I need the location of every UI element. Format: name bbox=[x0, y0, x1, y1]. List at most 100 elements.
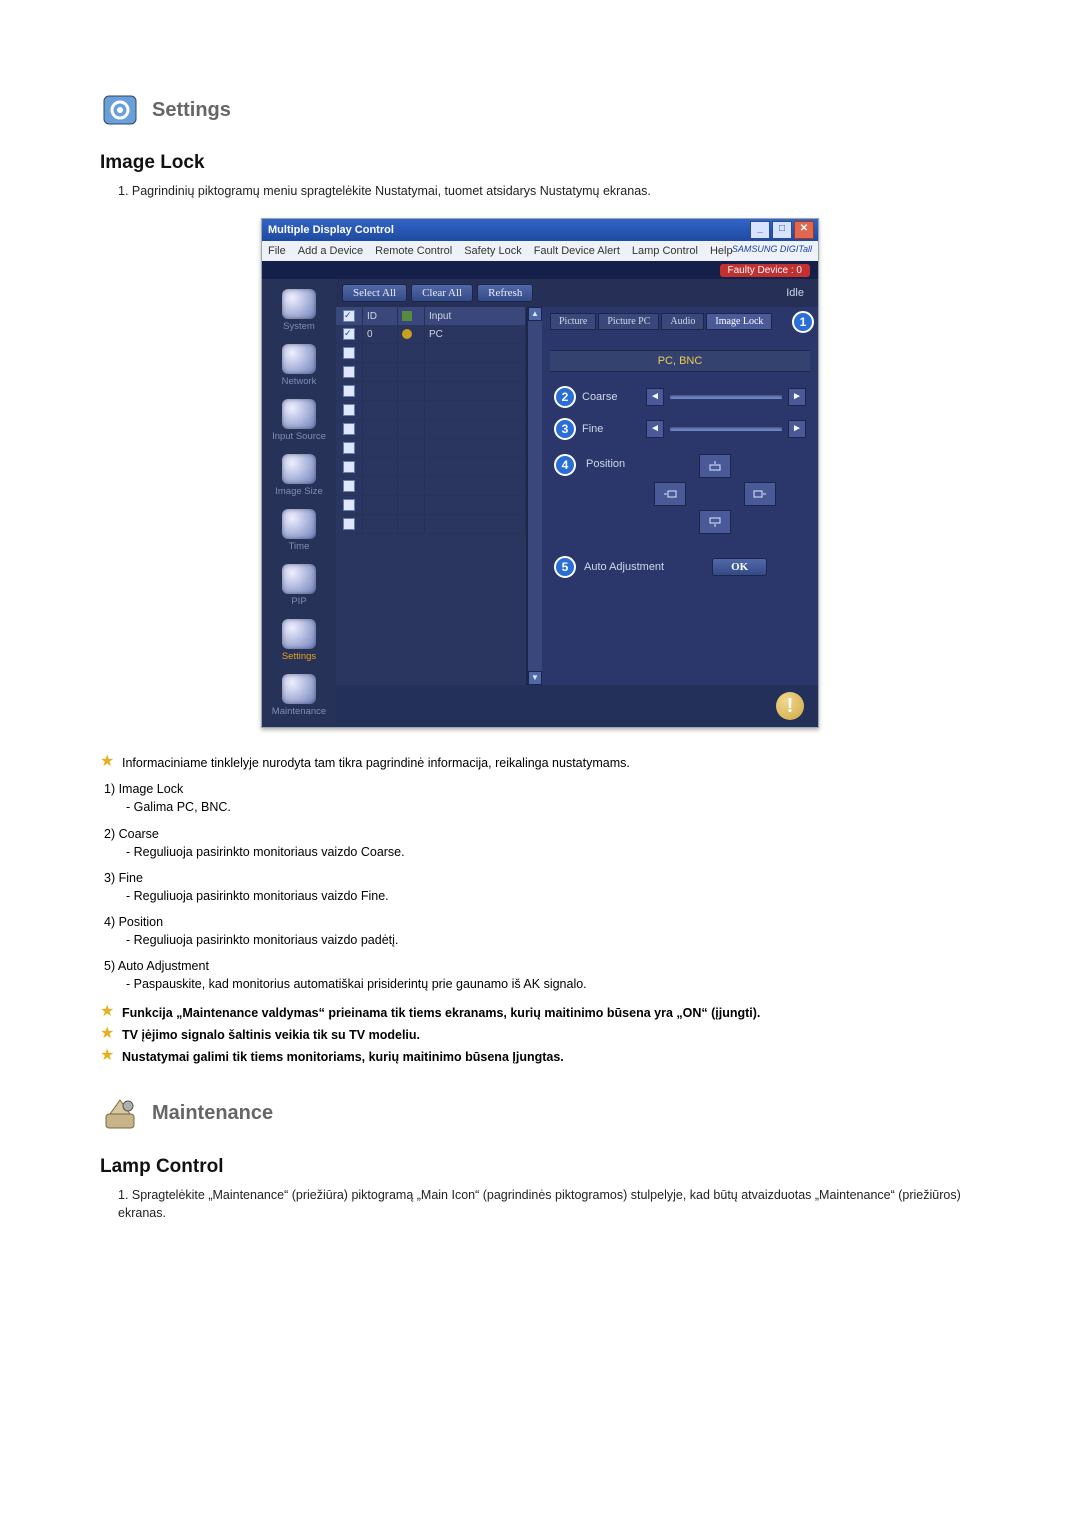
row-checkbox[interactable] bbox=[343, 461, 355, 473]
position-down-button[interactable] bbox=[699, 510, 731, 534]
note-maintenance-on: Funkcija „Maintenance valdymas“ prieinam… bbox=[122, 1004, 760, 1022]
tab-image-lock[interactable]: Image Lock bbox=[706, 313, 772, 330]
fault-bar: Faulty Device : 0 bbox=[262, 261, 818, 279]
callout-5-icon: 5 bbox=[554, 556, 576, 578]
coarse-increment-button[interactable]: ► bbox=[788, 388, 806, 406]
tab-picture-pc[interactable]: Picture PC bbox=[598, 313, 659, 330]
section-title-settings: Settings bbox=[152, 99, 231, 122]
def-fine-sub: - Reguliuoja pasirinkto monitoriaus vaiz… bbox=[126, 887, 980, 905]
row-checkbox[interactable] bbox=[343, 480, 355, 492]
sidebar-item-input-source[interactable]: Input Source bbox=[269, 395, 329, 446]
row-input: PC bbox=[425, 325, 526, 343]
row-checkbox[interactable] bbox=[343, 347, 355, 359]
fine-label: Fine bbox=[582, 423, 640, 435]
row-checkbox[interactable] bbox=[343, 442, 355, 454]
brand-label: SAMSUNG DIGITall bbox=[732, 244, 812, 254]
maintenance-icon bbox=[282, 674, 316, 704]
menu-help[interactable]: Help bbox=[710, 245, 733, 257]
callout-2-icon: 2 bbox=[554, 386, 576, 408]
coarse-decrement-button[interactable]: ◄ bbox=[646, 388, 664, 406]
maximize-button[interactable]: □ bbox=[772, 221, 792, 239]
menu-remote-control[interactable]: Remote Control bbox=[375, 245, 452, 257]
close-button[interactable]: ✕ bbox=[794, 221, 814, 239]
coarse-slider[interactable] bbox=[670, 395, 782, 399]
scroll-up-icon[interactable]: ▲ bbox=[528, 307, 542, 321]
menu-add-device[interactable]: Add a Device bbox=[298, 245, 363, 257]
row-checkbox[interactable] bbox=[343, 328, 355, 340]
row-checkbox[interactable] bbox=[343, 404, 355, 416]
col-header-id[interactable]: ID bbox=[363, 307, 398, 325]
tab-audio[interactable]: Audio bbox=[661, 313, 704, 330]
sidebar-item-network[interactable]: Network bbox=[269, 340, 329, 391]
sidebar-item-pip[interactable]: PIP bbox=[269, 560, 329, 611]
star-icon: ★ bbox=[100, 1048, 114, 1066]
grid-scrollbar[interactable]: ▲ ▼ bbox=[527, 307, 542, 685]
mode-band: PC, BNC bbox=[550, 350, 810, 372]
fine-increment-button[interactable]: ► bbox=[788, 420, 806, 438]
sidebar-item-settings[interactable]: Settings bbox=[269, 615, 329, 666]
sidebar: System Network Input Source Image Size T… bbox=[262, 279, 336, 727]
menu-fault-alert[interactable]: Fault Device Alert bbox=[534, 245, 620, 257]
window-title: Multiple Display Control bbox=[268, 224, 394, 236]
device-grid: ID Input 0 PC bbox=[336, 307, 527, 685]
scroll-down-icon[interactable]: ▼ bbox=[528, 671, 542, 685]
menubar: File Add a Device Remote Control Safety … bbox=[262, 241, 818, 261]
maintenance-step-1: 1. Spragtelėkite „Maintenance“ (priežiūr… bbox=[118, 1186, 980, 1222]
row-id: 0 bbox=[363, 325, 398, 343]
note-info-grid: Informaciniame tinklelyje nurodyta tam t… bbox=[122, 754, 630, 772]
def-auto-head: 5) Auto Adjustment bbox=[104, 957, 980, 975]
subsection-image-lock: Image Lock bbox=[100, 152, 980, 174]
settings-section-icon bbox=[100, 90, 140, 130]
system-icon bbox=[282, 289, 316, 319]
subsection-lamp-control: Lamp Control bbox=[100, 1156, 980, 1178]
fine-decrement-button[interactable]: ◄ bbox=[646, 420, 664, 438]
ok-button[interactable]: OK bbox=[712, 558, 767, 576]
callout-4-icon: 4 bbox=[554, 454, 576, 476]
select-all-button[interactable]: Select All bbox=[342, 284, 407, 302]
refresh-button[interactable]: Refresh bbox=[477, 284, 533, 302]
minimize-button[interactable]: _ bbox=[750, 221, 770, 239]
tab-picture[interactable]: Picture bbox=[550, 313, 596, 330]
def-coarse-head: 2) Coarse bbox=[104, 825, 980, 843]
sidebar-item-system[interactable]: System bbox=[269, 285, 329, 336]
callout-3-icon: 3 bbox=[554, 418, 576, 440]
network-icon bbox=[282, 344, 316, 374]
window-titlebar: Multiple Display Control _ □ ✕ bbox=[262, 219, 818, 241]
sidebar-item-time[interactable]: Time bbox=[269, 505, 329, 556]
table-row[interactable]: 0 PC bbox=[336, 325, 526, 344]
position-label: Position bbox=[586, 458, 644, 470]
header-checkbox[interactable] bbox=[343, 310, 355, 322]
row-checkbox[interactable] bbox=[343, 518, 355, 530]
sidebar-item-image-size[interactable]: Image Size bbox=[269, 450, 329, 501]
row-checkbox[interactable] bbox=[343, 366, 355, 378]
menu-file[interactable]: File bbox=[268, 245, 286, 257]
row-checkbox[interactable] bbox=[343, 385, 355, 397]
menu-lamp-control[interactable]: Lamp Control bbox=[632, 245, 698, 257]
star-icon: ★ bbox=[100, 1026, 114, 1044]
fault-device-badge: Faulty Device : 0 bbox=[720, 264, 810, 277]
def-image-lock-head: 1) Image Lock bbox=[104, 780, 980, 798]
def-position-head: 4) Position bbox=[104, 913, 980, 931]
action-button-row: Select All Clear All Refresh Idle bbox=[336, 279, 818, 307]
star-icon: ★ bbox=[100, 754, 114, 772]
clear-all-button[interactable]: Clear All bbox=[411, 284, 473, 302]
menu-safety-lock[interactable]: Safety Lock bbox=[464, 245, 521, 257]
sidebar-item-maintenance[interactable]: Maintenance bbox=[269, 670, 329, 721]
position-left-button[interactable] bbox=[654, 482, 686, 506]
fine-slider[interactable] bbox=[670, 427, 782, 431]
def-fine-head: 3) Fine bbox=[104, 869, 980, 887]
note-power-on: Nustatymai galimi tik tiems monitoriams,… bbox=[122, 1048, 564, 1066]
def-position-sub: - Reguliuoja pasirinkto monitoriaus vaiz… bbox=[126, 931, 980, 949]
position-right-button[interactable] bbox=[744, 482, 776, 506]
star-icon: ★ bbox=[100, 1004, 114, 1022]
section-title-maintenance: Maintenance bbox=[152, 1102, 273, 1125]
col-header-status-icon bbox=[398, 307, 425, 325]
input-source-icon bbox=[282, 399, 316, 429]
col-header-input[interactable]: Input bbox=[425, 307, 526, 325]
status-dot-icon bbox=[402, 329, 412, 339]
position-up-button[interactable] bbox=[699, 454, 731, 478]
image-size-icon bbox=[282, 454, 316, 484]
row-checkbox[interactable] bbox=[343, 499, 355, 511]
row-checkbox[interactable] bbox=[343, 423, 355, 435]
alert-icon: ! bbox=[776, 692, 804, 720]
